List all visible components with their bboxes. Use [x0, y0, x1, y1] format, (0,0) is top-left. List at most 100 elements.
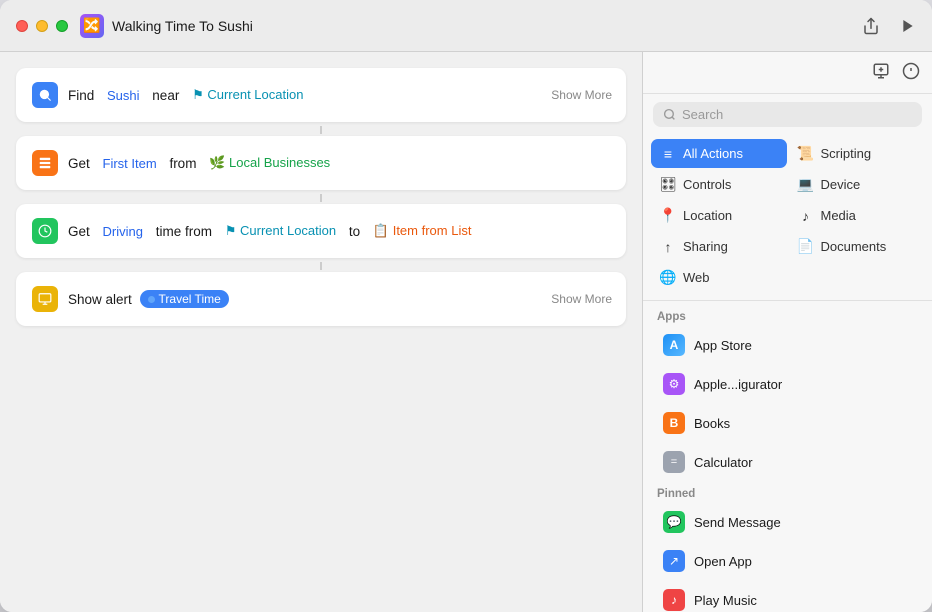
list-item-calculator[interactable]: = Calculator: [649, 443, 926, 481]
category-documents[interactable]: 📄 Documents: [789, 232, 925, 261]
sharing-label: Sharing: [683, 239, 728, 254]
app-icon: 🔀: [80, 14, 104, 38]
calculator-label: Calculator: [694, 455, 753, 470]
left-panel: Find Sushi near ⚑ Current Location Show …: [0, 52, 642, 612]
get-item-card[interactable]: Get First Item from 🌿 Local Businesses: [16, 136, 626, 190]
media-label: Media: [821, 208, 856, 223]
share-button[interactable]: [862, 17, 880, 35]
documents-icon: 📄: [797, 238, 815, 255]
sharing-icon: ↑: [659, 239, 677, 255]
content-area: Find Sushi near ⚑ Current Location Show …: [0, 52, 932, 612]
apple-configurator-label: Apple...igurator: [694, 377, 782, 392]
search-input[interactable]: [682, 107, 912, 122]
documents-label: Documents: [821, 239, 887, 254]
list-item-play-music[interactable]: ♪ Play Music: [649, 581, 926, 612]
open-app-label: Open App: [694, 554, 752, 569]
get-icon: [32, 150, 58, 176]
show-alert-card[interactable]: Show alert Travel Time Show More: [16, 272, 626, 326]
list-item-send-message[interactable]: 💬 Send Message: [649, 503, 926, 541]
find-show-more[interactable]: Show More: [551, 88, 612, 102]
connector-3: [320, 262, 322, 270]
get-first-item-token[interactable]: First Item: [96, 155, 164, 172]
category-controls[interactable]: 🎛 Controls: [651, 170, 787, 199]
show-alert-label: Show alert: [68, 292, 136, 307]
device-icon: 💻: [797, 176, 815, 193]
window-title: Walking Time To Sushi: [112, 18, 253, 34]
list-item-apple-configurator[interactable]: ⚙ Apple...igurator: [649, 365, 926, 403]
alert-show-more[interactable]: Show More: [551, 292, 612, 306]
web-label: Web: [683, 270, 710, 285]
web-icon: 🌐: [659, 269, 677, 286]
pill-label: Travel Time: [159, 292, 221, 306]
books-icon: B: [663, 412, 685, 434]
main-window: 🔀 Walking Time To Sushi: [0, 0, 932, 612]
controls-icon: 🎛: [659, 176, 677, 193]
open-app-icon: ↗: [663, 550, 685, 572]
get-businesses-token[interactable]: 🌿 Local Businesses: [202, 154, 337, 172]
app-store-icon: A: [663, 334, 685, 356]
connector-1: [320, 126, 322, 134]
right-panel: ≡ All Actions 📜 Scripting 🎛 Controls 💻 D…: [642, 52, 932, 612]
category-media[interactable]: ♪ Media: [789, 201, 925, 230]
driving-time-label: time from: [152, 224, 216, 239]
driving-item-token[interactable]: 📋 Item from List: [366, 222, 479, 240]
get-driving-card[interactable]: Get Driving time from ⚑ Current Location…: [16, 204, 626, 258]
category-web[interactable]: 🌐 Web: [651, 263, 787, 292]
calculator-icon: =: [663, 451, 685, 473]
category-sharing[interactable]: ↑ Sharing: [651, 232, 787, 261]
device-label: Device: [821, 177, 861, 192]
right-header: [643, 52, 932, 94]
connector-2: [320, 194, 322, 202]
get-label: Get: [68, 156, 94, 171]
travel-time-pill[interactable]: Travel Time: [140, 290, 229, 308]
alert-icon: [32, 286, 58, 312]
find-action-card[interactable]: Find Sushi near ⚑ Current Location Show …: [16, 68, 626, 122]
titlebar: 🔀 Walking Time To Sushi: [0, 0, 932, 52]
category-location[interactable]: 📍 Location: [651, 201, 787, 230]
play-button[interactable]: [900, 18, 916, 34]
location-label: Location: [683, 208, 732, 223]
driving-token[interactable]: Driving: [96, 223, 150, 240]
pill-dot: [148, 296, 155, 303]
minimize-button[interactable]: [36, 20, 48, 32]
location-icon: 📍: [659, 207, 677, 224]
pinned-section-label: Pinned: [643, 482, 932, 502]
driving-to-label: to: [345, 224, 364, 239]
apple-configurator-icon: ⚙: [663, 373, 685, 395]
info-button[interactable]: [902, 62, 920, 85]
scripting-icon: 📜: [797, 145, 815, 162]
media-icon: ♪: [797, 208, 815, 224]
divider-1: [643, 300, 932, 301]
search-icon: [663, 108, 676, 121]
maximize-button[interactable]: [56, 20, 68, 32]
books-label: Books: [694, 416, 730, 431]
driving-current-location-token[interactable]: ⚑ Current Location: [218, 222, 343, 240]
category-scripting[interactable]: 📜 Scripting: [789, 139, 925, 168]
find-icon: [32, 82, 58, 108]
all-actions-icon: ≡: [659, 146, 677, 162]
list-item-open-app[interactable]: ↗ Open App: [649, 542, 926, 580]
titlebar-actions: [862, 17, 916, 35]
app-store-label: App Store: [694, 338, 752, 353]
traffic-lights: [16, 20, 68, 32]
apps-section-label: Apps: [643, 305, 932, 325]
scripting-label: Scripting: [821, 146, 872, 161]
find-location-token[interactable]: ⚑ Current Location: [185, 86, 310, 104]
send-message-icon: 💬: [663, 511, 685, 533]
play-music-label: Play Music: [694, 593, 757, 608]
play-music-icon: ♪: [663, 589, 685, 611]
categories-grid: ≡ All Actions 📜 Scripting 🎛 Controls 💻 D…: [643, 135, 932, 296]
controls-label: Controls: [683, 177, 731, 192]
category-all-actions[interactable]: ≡ All Actions: [651, 139, 787, 168]
right-list: Apps A App Store ⚙ Apple...igurator B Bo…: [643, 305, 932, 612]
list-item-books[interactable]: B Books: [649, 404, 926, 442]
category-device[interactable]: 💻 Device: [789, 170, 925, 199]
list-item-app-store[interactable]: A App Store: [649, 326, 926, 364]
find-near-label: near: [149, 88, 184, 103]
find-sushi-token[interactable]: Sushi: [100, 87, 147, 104]
add-to-shortcut-button[interactable]: [872, 62, 890, 85]
clock-icon: [32, 218, 58, 244]
find-label: Find: [68, 88, 98, 103]
close-button[interactable]: [16, 20, 28, 32]
all-actions-label: All Actions: [683, 146, 743, 161]
